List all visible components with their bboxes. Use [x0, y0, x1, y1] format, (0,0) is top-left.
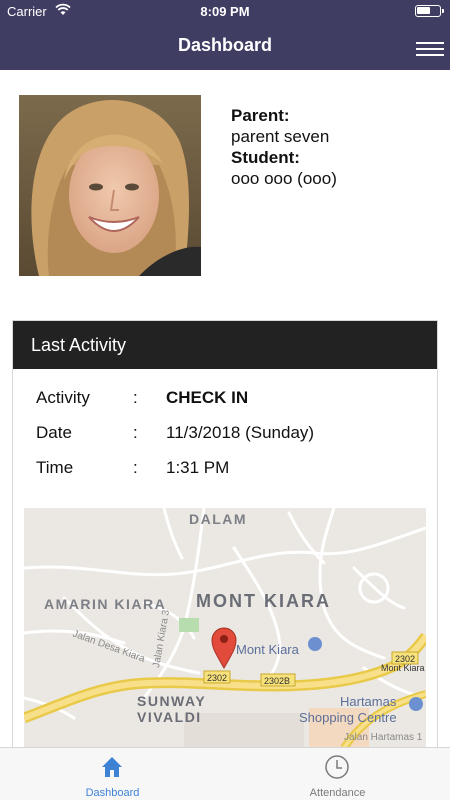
row-label: Activity	[36, 388, 90, 407]
row-value: 11/3/2018 (Sunday)	[166, 423, 315, 442]
shopping-poi-icon	[409, 697, 423, 711]
tab-label: Attendance	[309, 787, 366, 799]
parent-label: Parent:	[231, 106, 290, 125]
row-label: Time	[36, 458, 74, 477]
map-route-2302b: 2302B	[264, 676, 290, 686]
map-label-hartamas: Hartamas	[340, 694, 397, 709]
map-label-poi: Mont Kiara	[236, 642, 300, 657]
page-title: Dashboard	[177, 35, 273, 55]
battery-icon	[415, 5, 444, 17]
map-label-shopping: Shopping Centre	[299, 710, 397, 725]
location-map[interactable]: DALAM AMARIN KIARA MONT KIARA Mont Kiara…	[24, 508, 426, 748]
map-label-vivaldi: VIVALDI	[137, 709, 202, 725]
row-separator: :	[133, 458, 138, 477]
map-label-mont-kiara: MONT KIARA	[196, 591, 331, 611]
student-photo	[19, 95, 201, 276]
map-label-amarin: AMARIN KIARA	[44, 596, 166, 612]
row-value: 1:31 PM	[166, 458, 230, 477]
last-activity-card: Last Activity Activity : CHECK IN Date :…	[12, 320, 438, 790]
map-label-sunway: SUNWAY	[137, 693, 206, 709]
map-route-2302-east: 2302	[395, 654, 415, 664]
tab-label: Dashboard	[85, 787, 140, 799]
home-icon	[102, 757, 122, 777]
tab-bar: Dashboard Attendance	[0, 747, 450, 800]
clock-icon	[325, 755, 349, 779]
row-separator: :	[133, 423, 138, 442]
tab-attendance[interactable]: Attendance	[225, 748, 450, 800]
tab-dashboard[interactable]: Dashboard	[0, 748, 225, 800]
hamburger-menu-icon[interactable]	[416, 38, 444, 58]
poi-icon	[308, 637, 322, 651]
student-label: Student:	[231, 148, 300, 167]
row-label: Date	[36, 423, 72, 442]
card-title: Last Activity	[13, 321, 437, 369]
profile-info: Parent: parent seven Student: ooo ooo (o…	[231, 105, 337, 189]
row-separator: :	[133, 388, 138, 407]
status-bar: Carrier 8:09 PM	[0, 0, 450, 22]
map-label-dalam: DALAM	[189, 511, 247, 527]
student-name: ooo ooo (ooo)	[231, 169, 337, 188]
parent-name: parent seven	[231, 127, 330, 146]
top-bar: Carrier 8:09 PM Dashboard	[0, 0, 450, 70]
status-time: 8:09 PM	[200, 4, 250, 19]
row-value: CHECK IN	[166, 388, 249, 407]
map-label-hartamas1: Jalan Hartamas 1	[344, 732, 423, 743]
map-route-2302: 2302	[207, 673, 227, 683]
